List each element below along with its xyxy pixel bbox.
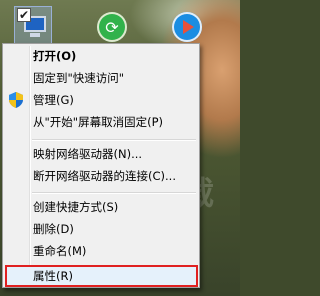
green-app-desktop-icon[interactable]: ⟳: [95, 10, 129, 44]
menu-item-properties[interactable]: 属性(R): [33, 266, 73, 286]
checkbox-icon[interactable]: ✔: [17, 8, 31, 22]
media-player-desktop-icon[interactable]: [170, 10, 204, 44]
menu-item-open[interactable]: 打开(O): [33, 46, 76, 66]
menu-item-delete[interactable]: 删除(D): [33, 219, 74, 239]
play-icon: [172, 12, 202, 42]
menu-item-rename[interactable]: 重命名(M): [33, 241, 86, 261]
menu-item-unpin-start[interactable]: 从"开始"屏幕取消固定(P): [33, 112, 163, 132]
context-menu: 打开(O) 固定到"快速访问" 管理(G) 从"开始"屏幕取消固定(P) 映射网…: [2, 43, 200, 288]
shield-icon: [9, 92, 23, 108]
menu-separator: [32, 139, 196, 141]
this-pc-desktop-icon[interactable]: ✔: [14, 6, 52, 44]
menu-item-create-shortcut[interactable]: 创建快捷方式(S): [33, 197, 118, 217]
menu-item-pin-quick-access[interactable]: 固定到"快速访问": [33, 68, 124, 88]
monitor-stand: [30, 33, 40, 37]
menu-icon-gutter: [29, 46, 31, 285]
menu-item-disconnect-network-drive[interactable]: 断开网络驱动器的连接(C)...: [33, 166, 176, 186]
menu-separator: [32, 192, 196, 194]
refresh-arrow-icon: ⟳: [97, 12, 127, 42]
menu-item-manage[interactable]: 管理(G): [33, 90, 74, 110]
menu-item-map-network-drive[interactable]: 映射网络驱动器(N)...: [33, 144, 142, 164]
